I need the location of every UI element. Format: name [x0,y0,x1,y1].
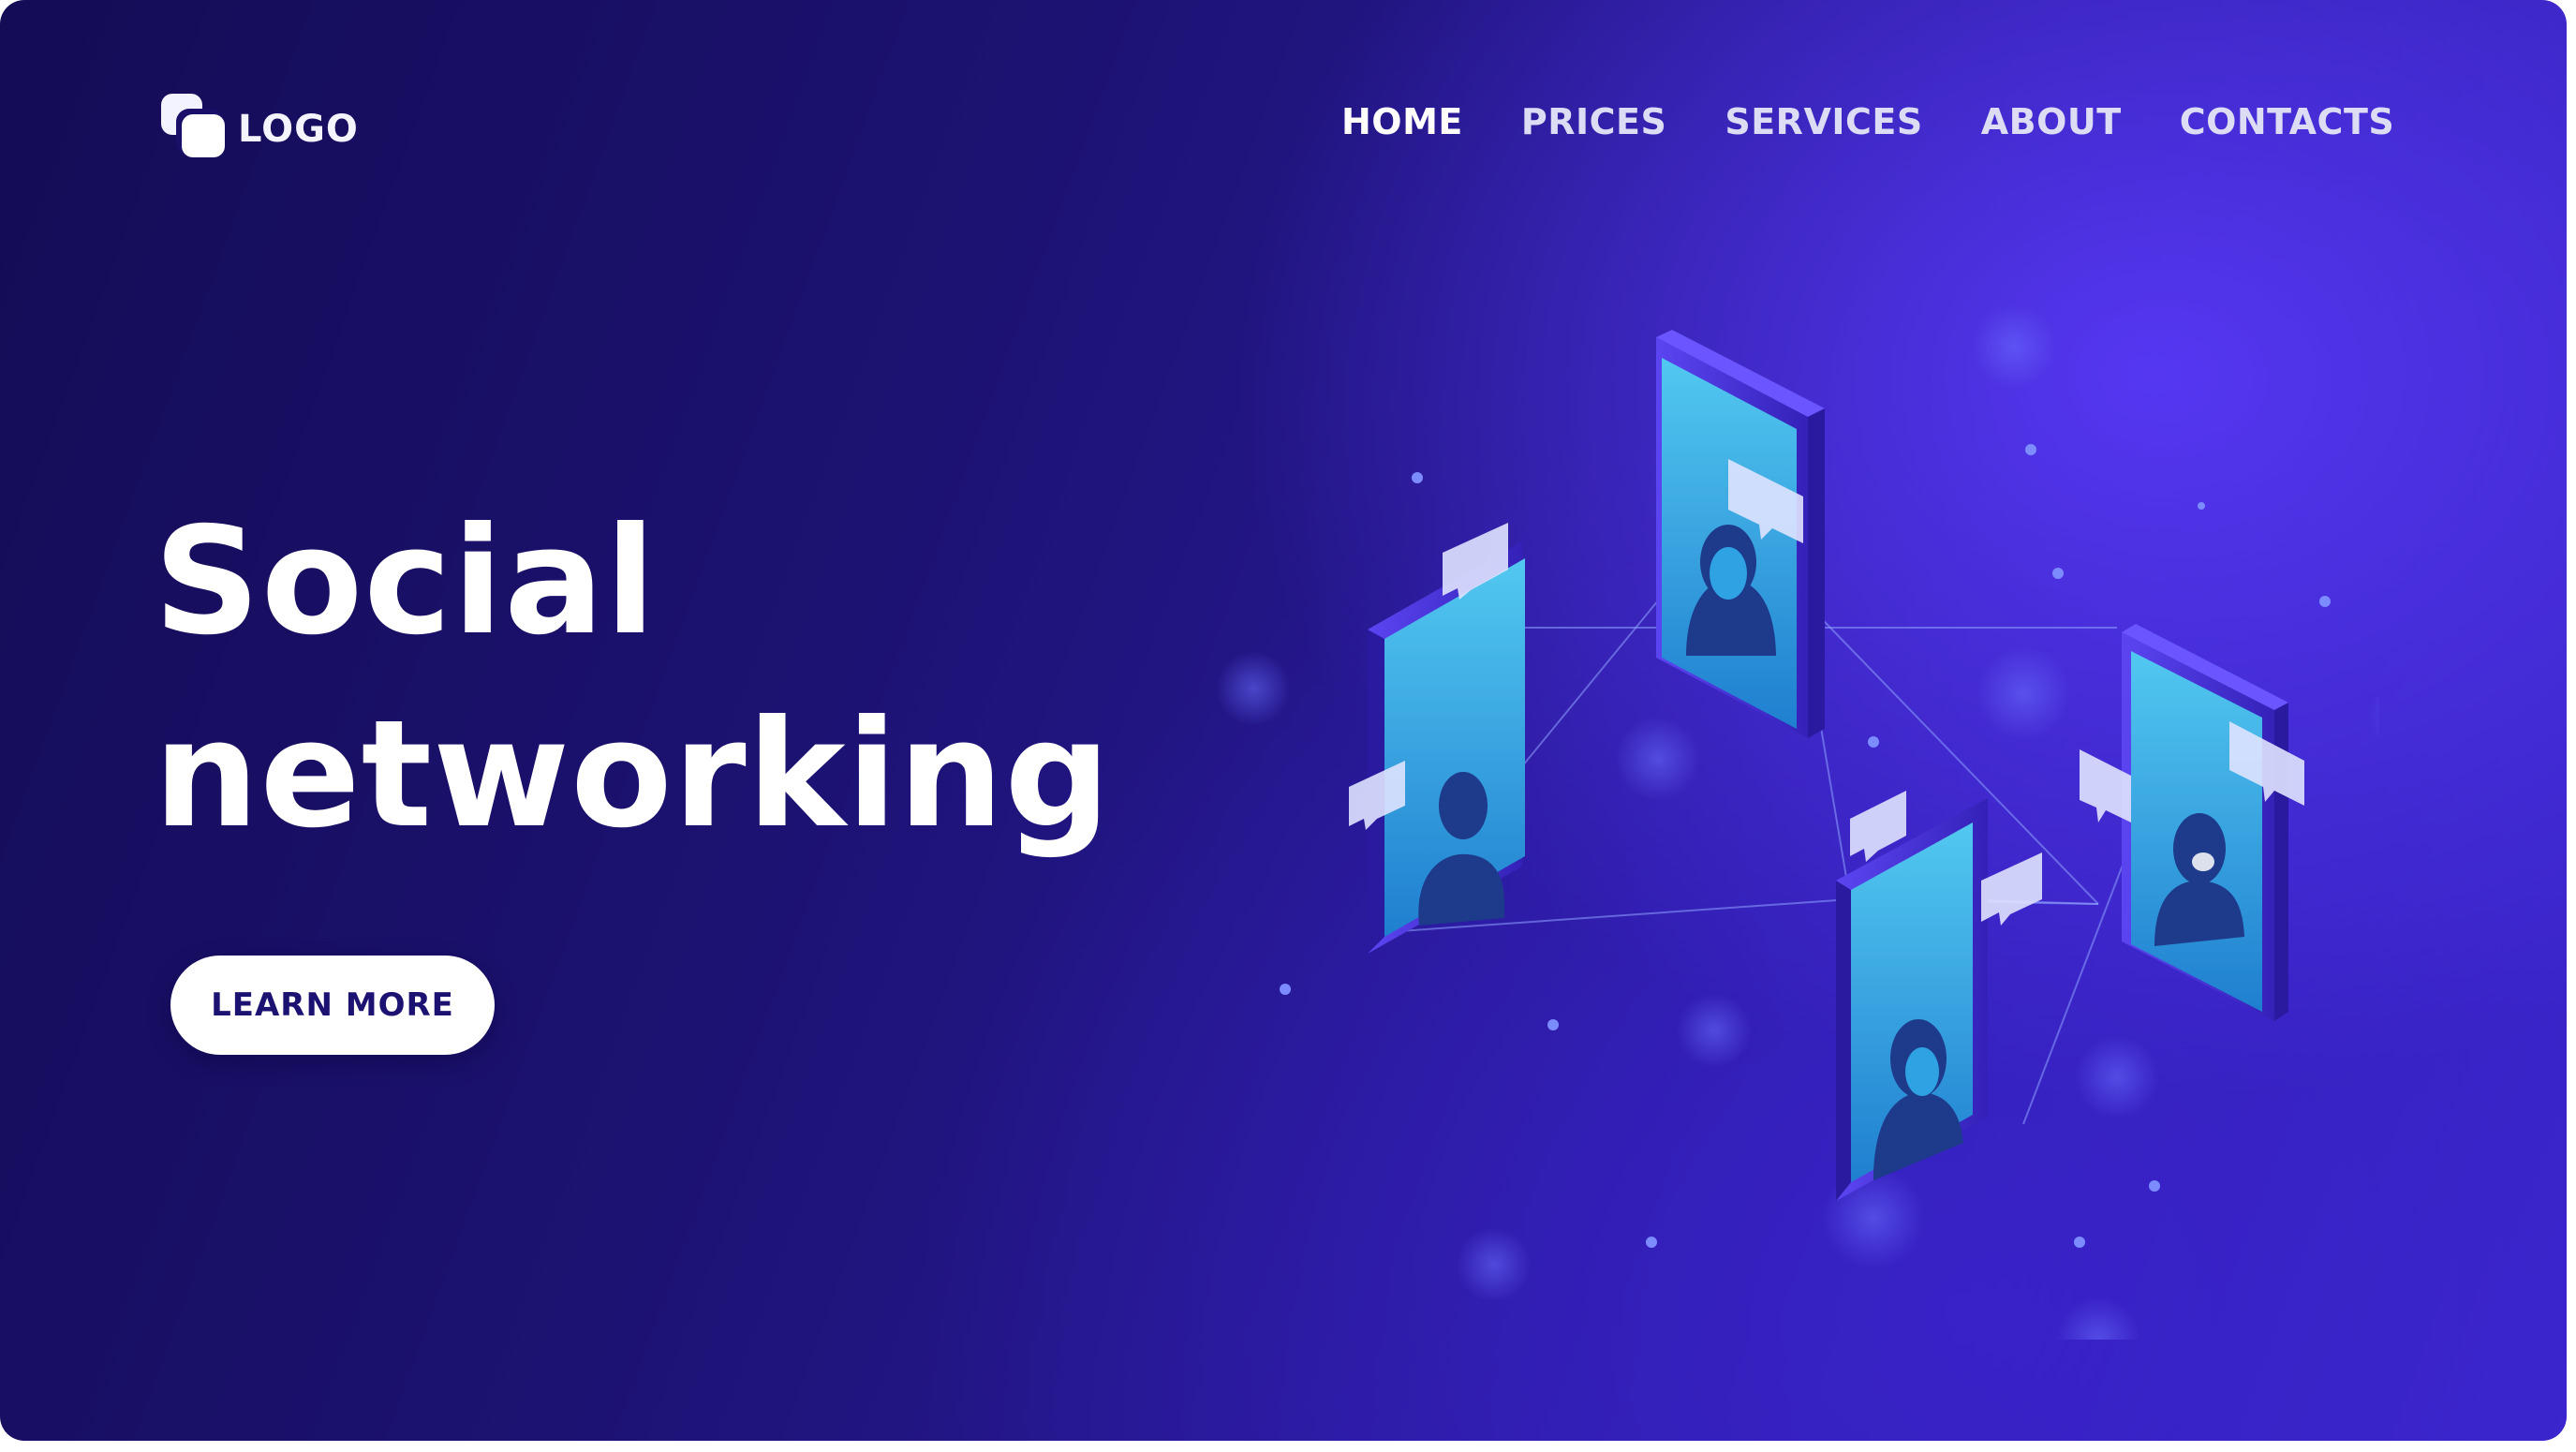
logo-mark-icon [161,94,229,165]
phone-bottom [1836,791,2042,1201]
phone-right [2080,624,2304,1021]
learn-more-button[interactable]: LEARN MORE [170,956,495,1055]
logo[interactable]: LOGO [161,94,359,165]
logo-text: LOGO [238,108,359,151]
landing-page: LOGO HOME PRICES SERVICES ABOUT CONTACTS… [0,0,2567,1441]
phone-top [1656,330,1825,738]
nav-item-services[interactable]: SERVICES [1725,101,1922,142]
hero-title-line-1: Social [154,496,657,668]
hero-title-line-2: networking [154,689,1112,861]
hero-headline: Social networking [154,485,1111,871]
nav-item-home[interactable]: HOME [1341,101,1463,142]
phone-left [1349,523,1525,954]
nav-item-about[interactable]: ABOUT [1981,101,2122,142]
isometric-social-network-phones-icon [1218,304,2379,1340]
nav-item-prices[interactable]: PRICES [1521,101,1666,142]
main-nav: HOME PRICES SERVICES ABOUT CONTACTS [1341,101,2394,142]
nav-item-contacts[interactable]: CONTACTS [2180,101,2395,142]
